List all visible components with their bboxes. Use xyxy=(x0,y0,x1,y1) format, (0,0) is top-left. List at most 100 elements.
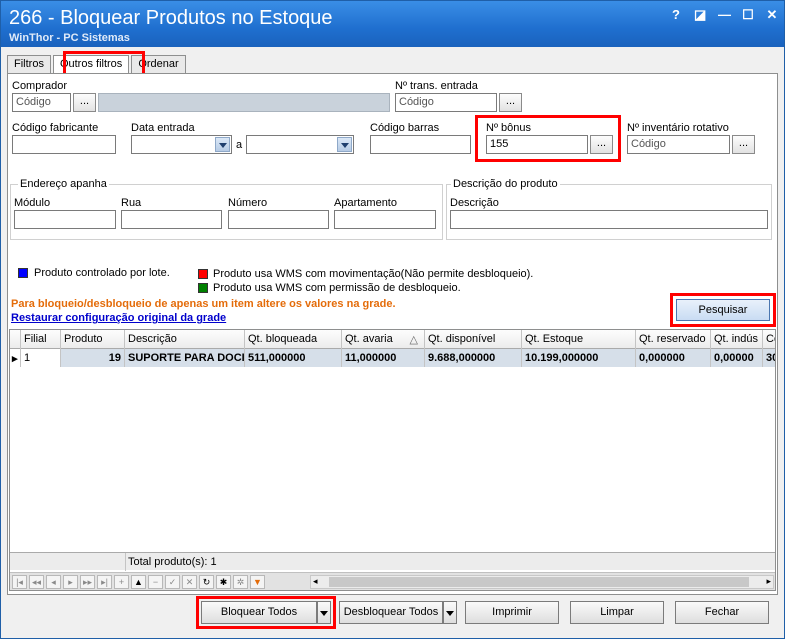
close-icon[interactable]: ✕ xyxy=(766,7,778,23)
header-produto[interactable]: Produto xyxy=(61,330,125,349)
inventario-input[interactable]: Código xyxy=(627,135,730,154)
descricao-produto-title: Descrição do produto xyxy=(451,178,560,190)
goto-bookmark-icon[interactable]: ✲ xyxy=(233,575,248,589)
descricao-input[interactable] xyxy=(450,210,768,229)
chevron-down-icon[interactable] xyxy=(337,137,352,152)
cell-qt-estoque[interactable]: 10.199,000000 xyxy=(522,349,636,367)
imprimir-button[interactable]: Imprimir xyxy=(465,601,559,624)
apartamento-input[interactable] xyxy=(334,210,436,229)
first-record-icon[interactable]: |◂ xyxy=(12,575,27,589)
restore-panel-icon[interactable]: ◪ xyxy=(694,7,706,23)
data-entrada-label: Data entrada xyxy=(131,122,195,134)
maximize-icon[interactable]: ☐ xyxy=(742,7,754,23)
cell-produto[interactable]: 19 xyxy=(61,349,125,367)
scroll-right-icon[interactable]: ▸ xyxy=(766,576,771,587)
insert-icon[interactable]: + xyxy=(114,575,129,589)
header-qt-bloqueada[interactable]: Qt. bloqueada xyxy=(245,330,342,349)
header-codigo[interactable]: Có xyxy=(763,330,775,349)
last-record-icon[interactable]: ▸| xyxy=(97,575,112,589)
minimize-icon[interactable]: — xyxy=(718,7,731,23)
cell-filial[interactable]: 1 xyxy=(21,349,61,367)
codigo-fabricante-input[interactable] xyxy=(12,135,116,154)
comprador-name-field xyxy=(98,93,390,112)
comprador-label: Comprador xyxy=(12,80,68,92)
next-page-icon[interactable]: ▸▸ xyxy=(80,575,95,589)
inventario-search-button[interactable]: ... xyxy=(732,135,755,154)
bookmark-icon[interactable]: ✱ xyxy=(216,575,231,589)
modulo-label: Módulo xyxy=(14,197,51,209)
data-entrada-start-picker[interactable] xyxy=(131,135,232,154)
title-bar: 266 - Bloquear Produtos no Estoque WinTh… xyxy=(1,1,784,47)
horizontal-scrollbar[interactable]: ◂ ▸ xyxy=(310,575,774,589)
cancel-icon[interactable]: ✕ xyxy=(182,575,197,589)
limpar-button[interactable]: Limpar xyxy=(570,601,664,624)
tab-filtros[interactable]: Filtros xyxy=(7,55,51,74)
header-descricao[interactable]: Descrição xyxy=(125,330,245,349)
apartamento-label: Apartamento xyxy=(334,197,397,209)
inventario-label: Nº inventário rotativo xyxy=(627,122,729,134)
rua-input[interactable] xyxy=(121,210,222,229)
trans-entrada-input[interactable]: Código xyxy=(395,93,497,112)
cell-qt-bloqueada[interactable]: 511,000000 xyxy=(245,349,342,367)
wms-permissao-color-icon xyxy=(198,283,208,293)
lote-color-icon xyxy=(18,268,28,278)
products-grid[interactable]: Filial Produto Descrição Qt. bloqueada Q… xyxy=(9,329,776,591)
scroll-left-icon[interactable]: ◂ xyxy=(313,576,318,587)
move-up-icon[interactable]: ▲ xyxy=(131,575,146,589)
scroll-thumb[interactable] xyxy=(329,577,749,587)
comprador-code-input[interactable]: Código xyxy=(12,93,71,112)
cell-descricao[interactable]: SUPORTE PARA DOCI xyxy=(125,349,245,367)
wms-movimentacao-color-icon xyxy=(198,269,208,279)
footer-divider xyxy=(125,553,126,571)
fechar-button[interactable]: Fechar xyxy=(675,601,769,624)
comprador-search-button[interactable]: ... xyxy=(73,93,96,112)
header-qt-estoque[interactable]: Qt. Estoque xyxy=(522,330,636,349)
confirm-icon[interactable]: ✓ xyxy=(165,575,180,589)
cell-codigo[interactable]: 30 xyxy=(763,349,775,367)
window-subtitle: WinThor - PC Sistemas xyxy=(9,32,130,44)
endereco-title: Endereço apanha xyxy=(18,178,109,190)
data-entrada-separator: a xyxy=(236,139,243,151)
desbloquear-todos-dropdown[interactable] xyxy=(443,601,457,624)
highlight-search xyxy=(670,293,776,327)
codigo-barras-label: Código barras xyxy=(370,122,440,134)
grid-footer: Total produto(s): 1 xyxy=(10,552,775,571)
header-qt-disponivel[interactable]: Qt. disponível xyxy=(425,330,522,349)
cell-qt-avaria[interactable]: 11,000000 xyxy=(342,349,425,367)
next-record-icon[interactable]: ▸ xyxy=(63,575,78,589)
highlight-bloquear xyxy=(196,596,336,629)
prev-page-icon[interactable]: ◂◂ xyxy=(29,575,44,589)
highlight-bonus xyxy=(475,115,621,162)
modulo-input[interactable] xyxy=(14,210,116,229)
delete-icon[interactable]: − xyxy=(148,575,163,589)
refresh-icon[interactable]: ↻ xyxy=(199,575,214,589)
cell-qt-reservado[interactable]: 0,000000 xyxy=(636,349,711,367)
restore-grid-link[interactable]: Restaurar configuração original da grade xyxy=(11,312,226,324)
legend-lote: Produto controlado por lote. xyxy=(34,267,170,279)
numero-input[interactable] xyxy=(228,210,329,229)
header-filial[interactable]: Filial xyxy=(21,330,61,349)
cell-qt-disponivel[interactable]: 9.688,000000 xyxy=(425,349,522,367)
codigo-barras-input[interactable] xyxy=(370,135,471,154)
trans-entrada-label: Nº trans. entrada xyxy=(395,80,478,92)
prev-record-icon[interactable]: ◂ xyxy=(46,575,61,589)
header-qt-avaria[interactable]: Qt. avaria △ xyxy=(342,330,425,349)
total-produtos: Total produto(s): 1 xyxy=(128,556,217,568)
filter-icon[interactable]: ▼ xyxy=(250,575,265,589)
grid-header: Filial Produto Descrição Qt. bloqueada Q… xyxy=(10,330,775,349)
data-entrada-end-picker[interactable] xyxy=(246,135,354,154)
hint-text: Para bloqueio/desbloqueio de apenas um i… xyxy=(11,298,396,310)
header-qt-industria[interactable]: Qt. indús xyxy=(711,330,763,349)
main-window: 266 - Bloquear Produtos no Estoque WinTh… xyxy=(0,0,785,639)
header-qt-reservado[interactable]: Qt. reservado xyxy=(636,330,711,349)
legend-wms-movimentacao: Produto usa WMS com movimentação(Não per… xyxy=(213,268,534,280)
desbloquear-todos-button[interactable]: Desbloquear Todos xyxy=(339,601,443,624)
cell-qt-industria[interactable]: 0,00000 xyxy=(711,349,763,367)
help-icon[interactable]: ? xyxy=(670,7,682,23)
table-row[interactable]: ▸ 1 19 SUPORTE PARA DOCI 511,000000 11,0… xyxy=(10,349,775,367)
trans-entrada-search-button[interactable]: ... xyxy=(499,93,522,112)
chevron-down-icon[interactable] xyxy=(215,137,230,152)
rua-label: Rua xyxy=(121,197,142,209)
grid-navigator: |◂ ◂◂ ◂ ▸ ▸▸ ▸| + ▲ − ✓ ✕ ↻ ✱ ✲ ▼ ◂ ▸ xyxy=(10,572,775,590)
window-title: 266 - Bloquear Produtos no Estoque xyxy=(9,7,333,29)
